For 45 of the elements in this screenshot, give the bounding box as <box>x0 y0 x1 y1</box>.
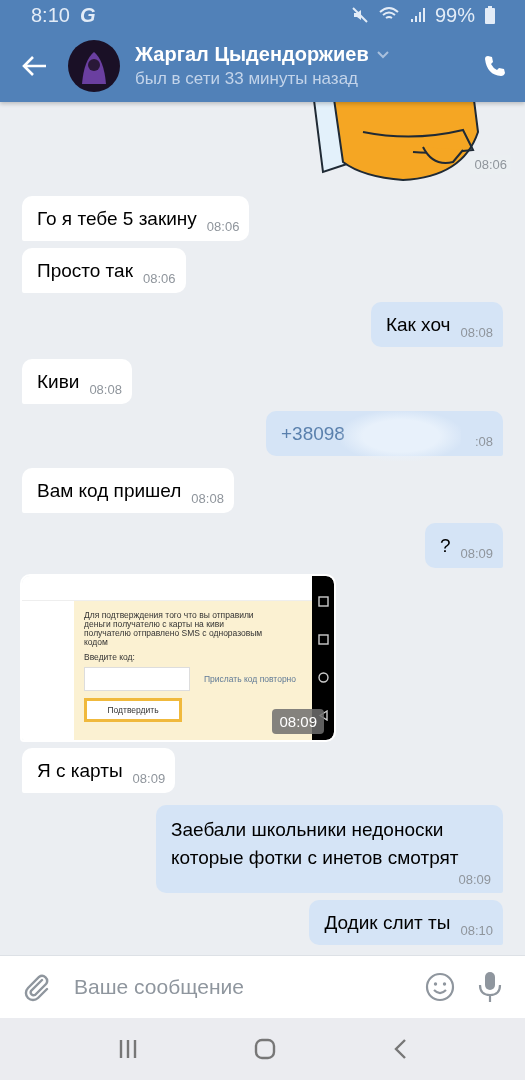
message-time: 08:08 <box>89 382 122 397</box>
message-input[interactable]: Ваше сообщение <box>72 974 403 1000</box>
phone-icon[interactable] <box>483 54 507 78</box>
message-time: 08:06 <box>143 271 176 286</box>
mute-icon <box>350 6 369 24</box>
microphone-icon[interactable] <box>477 971 503 1003</box>
square-icon <box>317 633 329 645</box>
circle-icon <box>317 671 329 683</box>
message-composer[interactable]: Ваше сообщение <box>0 955 525 1018</box>
status-time: 8:10 <box>31 3 70 27</box>
message-text: Я с карты <box>37 759 123 783</box>
battery-icon <box>485 6 495 24</box>
message-text: ? <box>439 534 451 558</box>
field-label: Введите код: <box>84 652 136 662</box>
message-text: Заебали школьники недоноски которые фотки с инетов смотрят <box>171 818 460 870</box>
message-time: 08:06 <box>206 219 240 234</box>
attach-icon[interactable] <box>22 972 50 1002</box>
emoji-icon[interactable] <box>425 972 455 1002</box>
message-text: Вам код пришел <box>37 479 182 503</box>
message-text: Как хоч <box>385 313 451 337</box>
message-text: Додик слит ты <box>324 911 451 935</box>
signal-icon <box>408 7 425 23</box>
message-time: 08:10 <box>460 923 493 938</box>
message-time: 08:09 <box>132 771 166 786</box>
message-time: 08:09 <box>458 872 491 887</box>
message-time: 08:08 <box>460 325 493 340</box>
chevron-icon[interactable] <box>376 50 389 59</box>
recent-apps-icon[interactable] <box>118 1039 139 1059</box>
back-icon[interactable] <box>22 55 48 77</box>
message-time: 08:09 <box>272 709 324 734</box>
carrier-glyph: G <box>79 3 96 27</box>
contact-name[interactable]: Жаргал Цыдендоржиев <box>135 43 369 66</box>
message-text: Го я тебе 5 закину <box>37 207 197 231</box>
message-text: +38098 <box>281 422 345 446</box>
battery-percent: 99% <box>434 3 475 27</box>
back-nav-icon[interactable] <box>392 1038 407 1060</box>
avatar-icon[interactable] <box>68 40 120 92</box>
info-text: Для подтверждения того что вы отправили деньги получателю с карты на киви получателю отправлено SMS с одноразовым кодом <box>84 611 264 647</box>
message-time: 08:08 <box>191 491 224 506</box>
last-seen-text: был в сети 33 минуты назад <box>135 69 359 89</box>
message-time: :08 <box>474 434 493 449</box>
message-text: Киви <box>37 370 80 394</box>
message-time: 08:09 <box>460 546 493 561</box>
message-text: Просто так <box>37 259 133 283</box>
home-icon[interactable] <box>254 1038 277 1060</box>
